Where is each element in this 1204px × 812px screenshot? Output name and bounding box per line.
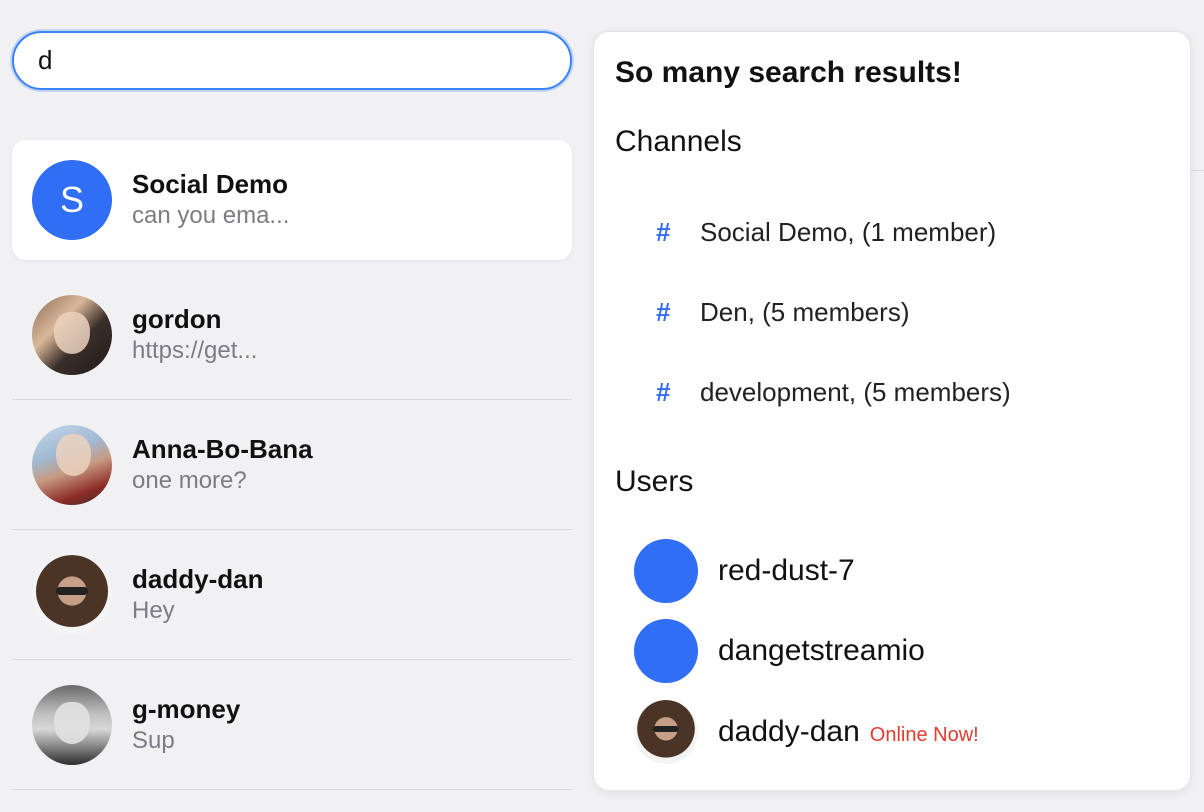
channel-preview-gordon[interactable]: gordon https://get... [12,270,572,400]
last-message-preview: Hey [132,596,175,624]
search-results-panel: So many search results! Channels # Socia… [593,31,1191,791]
channel-preview-social-demo[interactable]: S Social Demo can you ema... [12,140,572,260]
users-heading: Users [615,465,694,498]
avatar [32,424,112,505]
hash-icon: # [656,216,671,247]
channel-name: g-money [132,693,241,724]
result-channel-label: Social Demo, (1 member) [700,216,997,247]
result-user-name: dangetstreamio [718,634,925,667]
avatar [32,684,112,765]
last-message-preview: one more? [132,466,247,494]
results-title: So many search results! [615,56,962,89]
divider [1191,170,1204,171]
result-channel-label: development, (5 members) [700,376,1011,407]
result-user-daddy-dan[interactable]: daddy-dan Online Now! [634,700,979,764]
result-user-name: daddy-dan [718,715,860,748]
channel-name: Social Demo [132,169,289,199]
avatar [32,554,112,635]
result-user-red-dust-7[interactable]: red-dust-7 [634,539,855,603]
channel-name: daddy-dan [132,563,264,594]
avatar [634,619,698,683]
hash-icon: # [656,376,671,407]
last-message-preview: https://get... [132,336,258,364]
avatar-initial: S [59,179,84,220]
result-user-dangetstreamio[interactable]: dangetstreamio [634,619,925,683]
avatar: S [32,160,112,240]
channel-name: Anna-Bo-Bana [132,433,313,464]
channel-preview-anna-bo-bana[interactable]: Anna-Bo-Bana one more? [12,400,572,530]
background-edge [1191,0,1204,812]
last-message-preview: Sup [132,726,175,754]
result-channel-development[interactable]: # development, (5 members) [656,372,1011,412]
channels-heading: Channels [615,125,742,158]
channel-preview-g-money[interactable]: g-money Sup [12,660,572,790]
channel-name: gordon [132,303,222,334]
result-user-name: red-dust-7 [718,554,855,587]
hash-icon: # [656,296,671,327]
search-input[interactable] [14,33,570,88]
online-status: Online Now! [869,723,979,746]
result-channel-social-demo[interactable]: # Social Demo, (1 member) [656,212,996,252]
search-box[interactable] [12,31,572,90]
avatar [32,294,112,375]
avatar [634,700,698,764]
avatar [634,539,698,603]
channel-preview-daddy-dan[interactable]: daddy-dan Hey [12,530,572,660]
last-message-preview: can you ema... [132,202,290,229]
channel-list: S Social Demo can you ema... gordon http… [12,140,572,790]
result-channel-den[interactable]: # Den, (5 members) [656,292,910,332]
result-channel-label: Den, (5 members) [700,296,910,327]
